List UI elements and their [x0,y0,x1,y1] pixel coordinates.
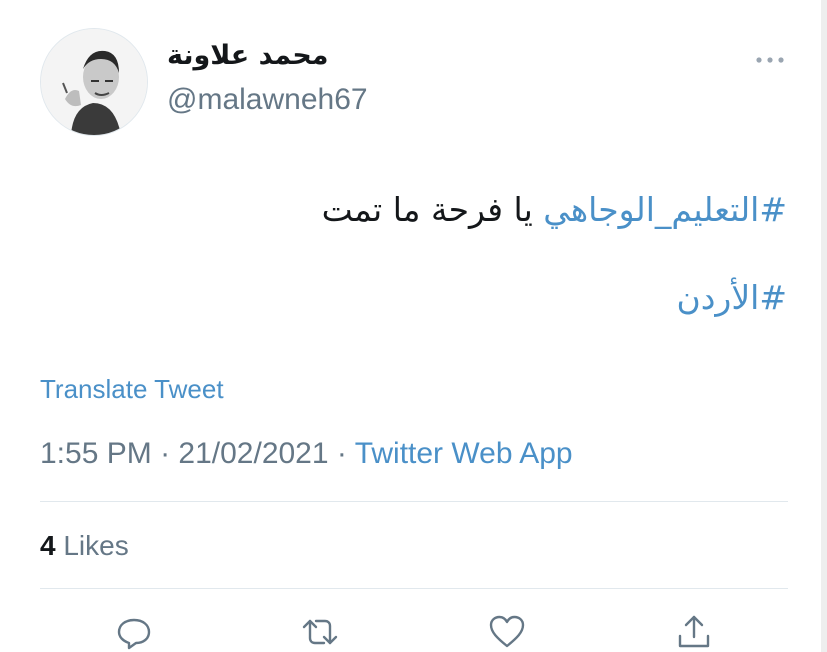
tweet-text: يا فرحة ما تمت [321,190,533,229]
divider [40,501,788,502]
profile-avatar-icon [41,29,147,135]
tweet-date[interactable]: 21/02/2021 [178,437,328,470]
more-horizontal-icon[interactable] [752,48,788,72]
reply-icon[interactable] [114,612,154,652]
tweet-metadata: 1:55 PM · 21/02/2021 · Twitter Web App [40,434,573,474]
likes-count: 4 [40,530,56,561]
hashtag-link[interactable]: #الأردن [676,278,787,317]
tweet-text-line-2: #الأردن [676,274,787,322]
share-icon[interactable] [674,612,714,652]
likes-count-link[interactable]: 4 Likes [40,526,129,566]
window-edge [821,0,827,652]
likes-label: Likes [63,530,129,561]
heart-icon[interactable] [487,612,527,652]
meta-separator: · [328,437,355,470]
avatar[interactable] [40,28,148,136]
author-display-name[interactable]: محمد علاونة [167,36,347,76]
tweet-text-line-1: #التعليم_الوجاهي يا فرحة ما تمت [322,186,787,234]
tweet-time[interactable]: 1:55 PM [40,437,152,470]
divider [40,588,788,589]
hashtag-link[interactable]: #التعليم_الوجاهي [543,190,787,229]
translate-tweet-link[interactable]: Translate Tweet [40,372,224,406]
author-handle[interactable]: @malawneh67 [167,80,368,120]
retweet-icon[interactable] [300,612,340,652]
tweet-source-link[interactable]: Twitter Web App [355,437,573,470]
meta-separator: · [151,437,179,470]
